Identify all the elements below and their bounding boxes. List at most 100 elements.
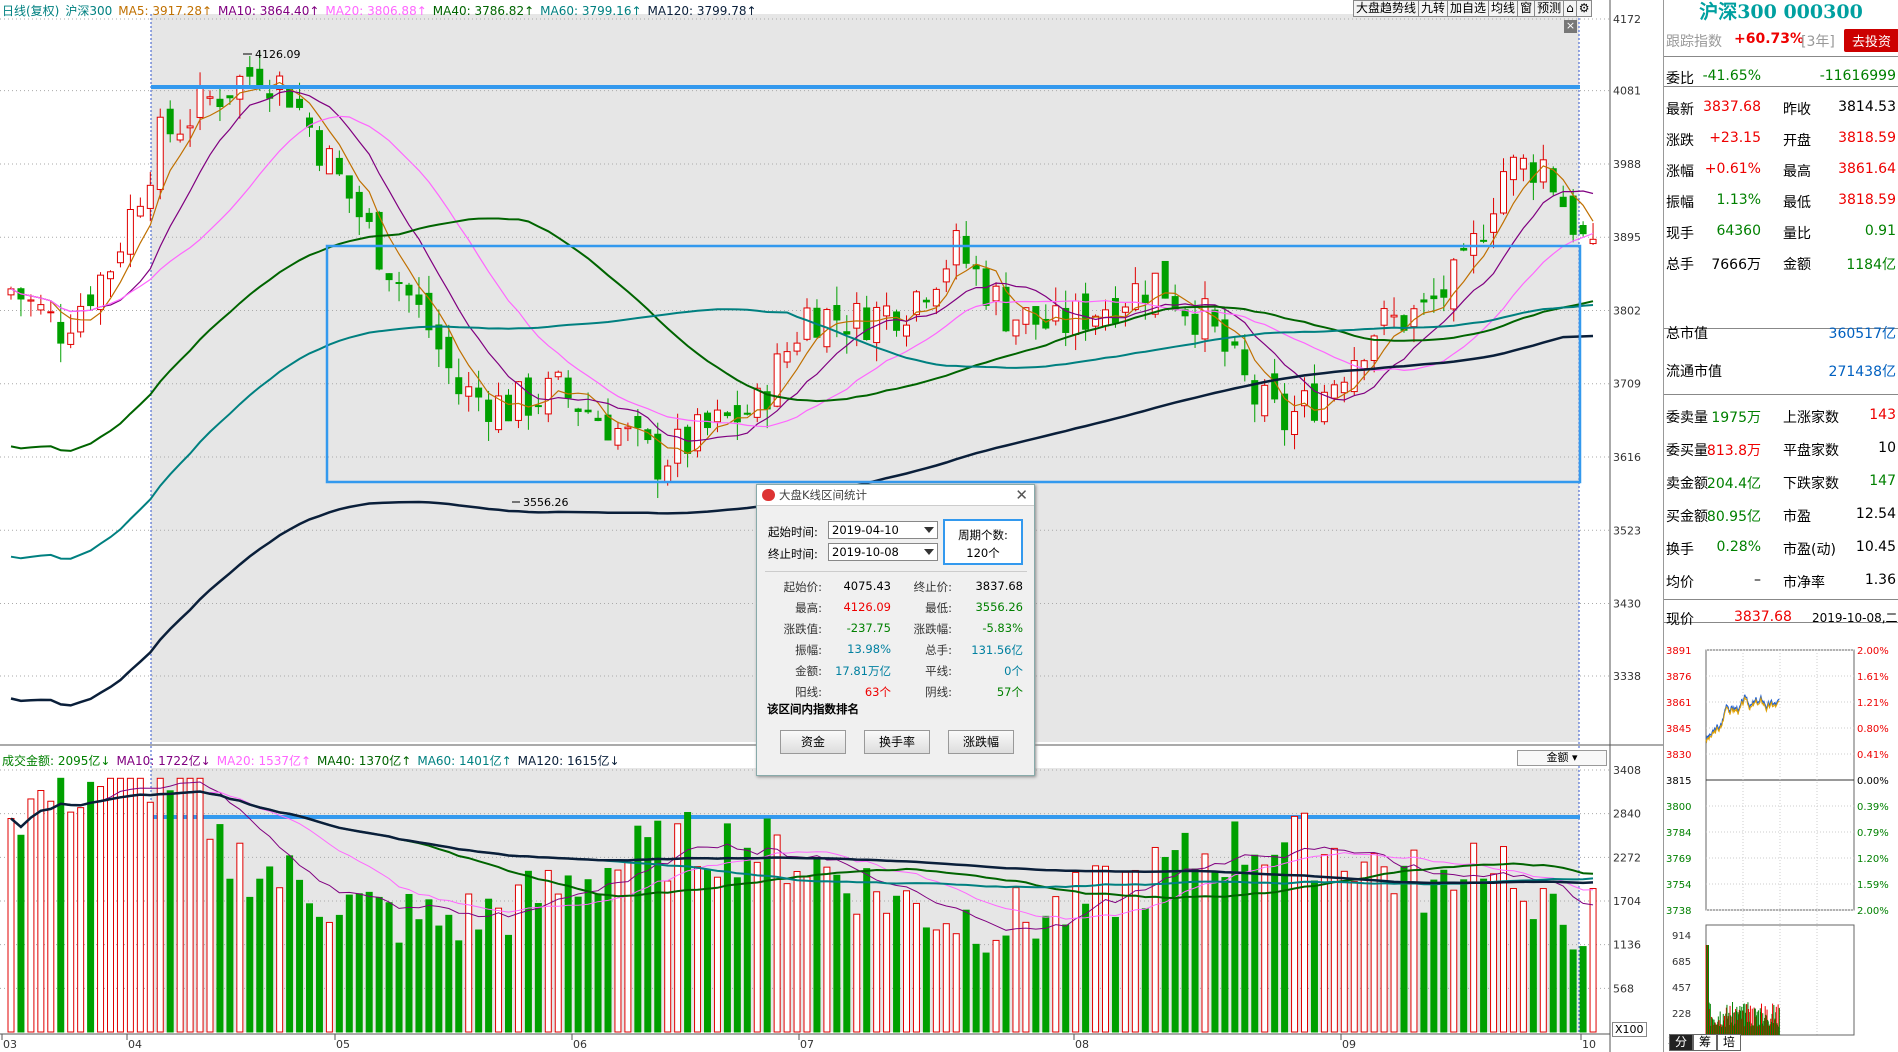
dialog-title: 大盘K线区间统计 bbox=[779, 488, 868, 502]
candle-body bbox=[1569, 195, 1577, 235]
track-index-row: 跟踪指数 +60.73% [3年] 去投资 bbox=[1664, 24, 1898, 54]
add-watchlist-button[interactable]: 加自选 bbox=[1447, 0, 1490, 17]
volume-bar bbox=[912, 902, 920, 1033]
candle-body bbox=[783, 351, 791, 363]
volume-bar bbox=[1460, 879, 1468, 1033]
rank-by-amount-button[interactable]: 资金 bbox=[780, 730, 846, 754]
candle-body bbox=[694, 414, 702, 452]
tab-minute[interactable]: 分 bbox=[1669, 1034, 1694, 1051]
field-label: 开盘 bbox=[1783, 133, 1811, 149]
volume-bar bbox=[1549, 893, 1557, 1033]
date-tick-label: 08 bbox=[1075, 1038, 1089, 1051]
window-button[interactable]: 窗 bbox=[1517, 0, 1536, 17]
volume-bar bbox=[67, 811, 75, 1033]
invest-button[interactable]: 去投资 bbox=[1844, 29, 1898, 52]
intraday-mini-chart[interactable]: 3891 2.00% 3876 1.61% 3861 1.21% 3845 0.80% 3830… bbox=[1664, 640, 1898, 1052]
field-label: 上涨家数 bbox=[1783, 410, 1839, 426]
candle-body bbox=[435, 324, 443, 350]
candle-body bbox=[664, 465, 672, 484]
volume-bar bbox=[136, 777, 144, 1033]
stat-label: 起始价: bbox=[783, 580, 822, 594]
rank-by-change-button[interactable]: 涨跌幅 bbox=[948, 730, 1014, 754]
stat-value: -237.75 bbox=[846, 621, 891, 635]
interval-stats-dialog: 大盘K线区间统计 ✕ 起始时间: 2019-04-10 终止时间: 2019-1… bbox=[756, 484, 1035, 776]
volume-mode-select[interactable]: 金额 ▾ bbox=[1517, 750, 1607, 766]
ma120-label: MA120: 3799.78↑ bbox=[647, 4, 757, 18]
field-value: 360517亿 bbox=[1828, 326, 1896, 342]
tab-chips[interactable]: 筹 bbox=[1693, 1034, 1718, 1051]
volume-bar bbox=[495, 907, 503, 1033]
period-count-box: 周期个数: 120个 bbox=[943, 519, 1023, 565]
date-tick-label: 03 bbox=[3, 1038, 17, 1051]
volume-bar bbox=[126, 777, 134, 1033]
stat-label: 阳线: bbox=[795, 685, 822, 699]
candle-body bbox=[992, 285, 1000, 302]
volume-bar bbox=[256, 878, 264, 1033]
candle-body bbox=[594, 417, 602, 422]
trend-line-button[interactable]: 大盘趋势线 bbox=[1353, 0, 1420, 17]
high-annotation: 4126.09 bbox=[255, 48, 301, 61]
field-value: +23.15 bbox=[1709, 130, 1761, 146]
volume-bar bbox=[1072, 871, 1080, 1033]
quote-row: 振幅 1.13% 最低 3818.59 bbox=[1664, 185, 1898, 215]
settings-icon[interactable]: ⚙ bbox=[1575, 0, 1593, 17]
volume-bar bbox=[1141, 908, 1149, 1033]
candle-body bbox=[325, 148, 333, 175]
stat-label: 金额: bbox=[795, 664, 822, 678]
candle-body bbox=[883, 305, 891, 317]
volume-bar bbox=[883, 912, 891, 1033]
field-label: 委买量 bbox=[1666, 443, 1708, 459]
candle-body bbox=[495, 395, 503, 431]
start-time-select[interactable]: 2019-04-10 bbox=[828, 521, 938, 539]
volume-bar bbox=[1320, 854, 1328, 1033]
field-label: 现手 bbox=[1666, 226, 1694, 242]
candle-body bbox=[166, 108, 174, 135]
candle-body bbox=[186, 125, 194, 129]
candle-body bbox=[505, 394, 512, 422]
period-count-value: 120个 bbox=[966, 546, 1000, 560]
now-row: 现价 3837.68 2019-10-08,二 bbox=[1664, 602, 1898, 632]
candle-body bbox=[773, 353, 781, 407]
candle-body bbox=[335, 157, 343, 175]
lock-icon[interactable]: ⌂ bbox=[1563, 0, 1577, 17]
candle-body bbox=[1340, 381, 1348, 394]
mini-price-label: 3845 bbox=[1666, 724, 1691, 735]
tab-other[interactable]: 培 bbox=[1717, 1034, 1742, 1051]
start-time-label: 起始时间: bbox=[768, 525, 818, 539]
field-label: 买金额 bbox=[1666, 509, 1708, 525]
ma20-label: MA20: 3806.88↑ bbox=[325, 4, 427, 18]
volume-bar bbox=[1231, 821, 1239, 1033]
candle-body bbox=[704, 412, 711, 429]
dialog-close-icon[interactable]: ✕ bbox=[1015, 486, 1028, 504]
volume-bar bbox=[952, 933, 960, 1033]
field-value: 0.91 bbox=[1864, 223, 1896, 239]
volume-bar bbox=[942, 923, 950, 1033]
ma10-label: MA10: 3864.40↑ bbox=[218, 4, 320, 18]
field-label: 流通市值 bbox=[1666, 364, 1722, 380]
candle-body bbox=[554, 371, 562, 378]
candle-body bbox=[1241, 349, 1249, 376]
rank-title: 该区间内指数排名 bbox=[767, 702, 859, 716]
ma-button[interactable]: 均线 bbox=[1488, 0, 1519, 17]
mini-pct-label: 1.59% bbox=[1857, 880, 1889, 891]
field-label: 换手 bbox=[1666, 542, 1694, 558]
close-icon[interactable]: × bbox=[1564, 20, 1577, 33]
volume-bar bbox=[534, 903, 542, 1033]
forecast-button[interactable]: 预测 bbox=[1534, 0, 1565, 17]
rank-by-turnover-button[interactable]: 换手率 bbox=[864, 730, 930, 754]
field-label: 最新 bbox=[1666, 102, 1694, 118]
candle-body bbox=[922, 299, 930, 303]
nine-turn-button[interactable]: 九转 bbox=[1418, 0, 1449, 17]
date-tick-label: 10 bbox=[1582, 1038, 1596, 1051]
divider bbox=[1664, 394, 1898, 395]
field-value: 1975万 bbox=[1711, 410, 1761, 426]
volume-bar bbox=[1360, 861, 1368, 1033]
date-tick-label: 09 bbox=[1342, 1038, 1356, 1051]
volume-bar bbox=[146, 801, 154, 1033]
candle-body bbox=[1012, 319, 1020, 337]
end-time-select[interactable]: 2019-10-08 bbox=[828, 543, 938, 561]
app-icon bbox=[762, 489, 775, 501]
volume-bar bbox=[87, 781, 95, 1033]
volume-bar bbox=[1092, 865, 1100, 1033]
quote-row: 涨跌 +23.15 开盘 3818.59 bbox=[1664, 123, 1898, 153]
